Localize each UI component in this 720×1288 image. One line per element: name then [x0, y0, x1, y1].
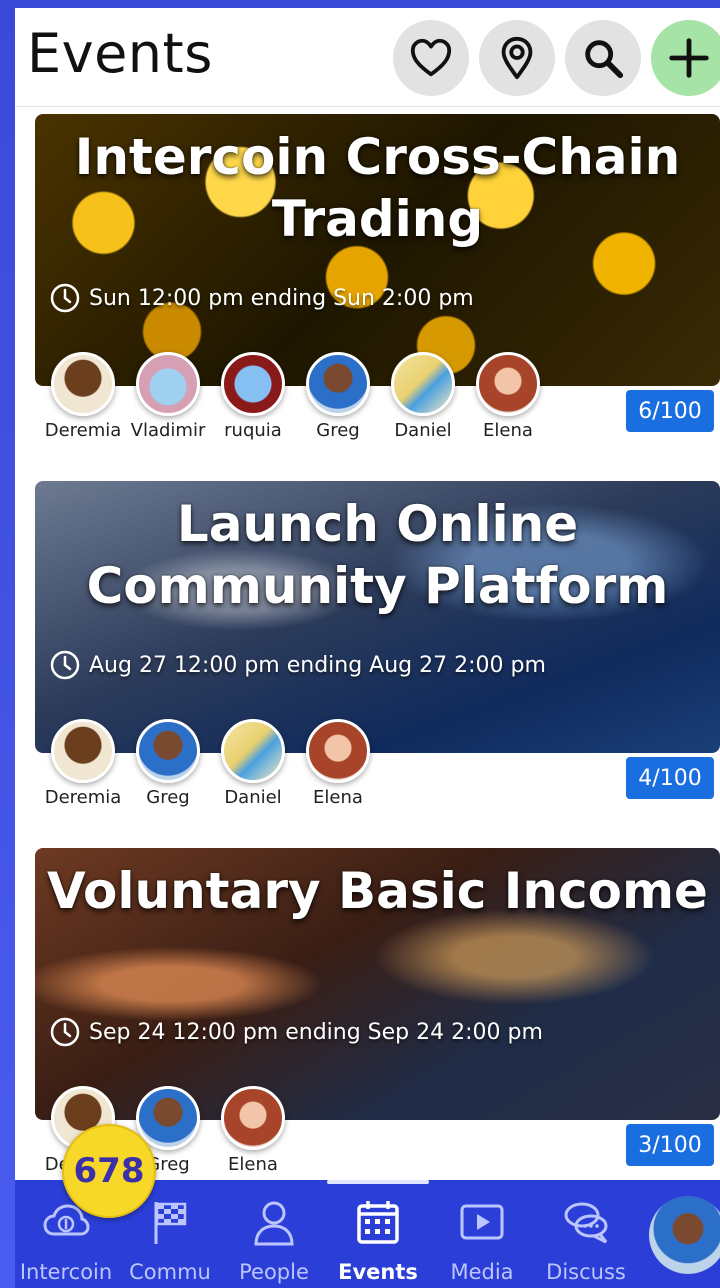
avatar — [221, 352, 285, 416]
attendee-name: Greg — [316, 420, 360, 441]
attendee-name: Vladimir — [130, 420, 206, 441]
event-list: Intercoin Cross-Chain Trading Sun 12:00 … — [15, 106, 720, 1178]
search-button[interactable] — [565, 20, 641, 96]
attendee-name: Elena — [483, 420, 533, 441]
nav-item-discuss[interactable]: Discuss — [535, 1198, 637, 1284]
avatar — [221, 719, 285, 783]
heart-icon — [410, 38, 452, 77]
attendee[interactable]: Daniel — [381, 352, 465, 441]
event-image: Voluntary Basic Income Sep 24 12:00 pm e… — [35, 848, 720, 1120]
nav-label: Discuss — [546, 1260, 626, 1284]
plus-icon — [669, 38, 709, 78]
event-card[interactable]: Launch Online Community Platform Aug 27 … — [35, 481, 720, 821]
avatar — [51, 352, 115, 416]
attendee[interactable]: Deremia — [41, 719, 125, 808]
avatar — [306, 352, 370, 416]
search-icon — [585, 40, 624, 79]
attendee-name: Elena — [313, 787, 363, 808]
person-icon — [254, 1201, 294, 1246]
attendee[interactable]: Deremia — [41, 352, 125, 441]
event-title: Voluntary Basic Income — [47, 862, 708, 920]
attendee[interactable]: Elena — [211, 1086, 295, 1175]
attendee-name: Elena — [228, 1154, 278, 1175]
event-image: Intercoin Cross-Chain Trading Sun 12:00 … — [35, 114, 720, 386]
nav-item-people[interactable]: People — [223, 1198, 325, 1284]
event-card[interactable]: Intercoin Cross-Chain Trading Sun 12:00 … — [35, 114, 720, 454]
attendee-name: Deremia — [44, 787, 122, 808]
avatar — [221, 1086, 285, 1150]
event-time: Sep 24 12:00 pm ending Sep 24 2:00 pm — [49, 1016, 543, 1048]
profile-avatar[interactable] — [649, 1196, 720, 1274]
favorites-button[interactable] — [393, 20, 469, 96]
location-button[interactable] — [479, 20, 555, 96]
avatar — [51, 719, 115, 783]
clock-icon — [50, 1017, 80, 1047]
checkered-flag-icon — [154, 1202, 187, 1244]
attendee[interactable]: ruquia — [211, 352, 295, 441]
nav-label: People — [239, 1260, 309, 1284]
event-image: Launch Online Community Platform Aug 27 … — [35, 481, 720, 753]
attendee[interactable]: Greg — [296, 352, 380, 441]
nav-item-media[interactable]: Media — [431, 1198, 533, 1284]
event-time-text: Aug 27 12:00 pm ending Aug 27 2:00 pm — [89, 652, 546, 678]
avatar — [136, 1086, 200, 1150]
event-title: Launch Online Community Platform — [86, 495, 669, 615]
attendee[interactable]: Elena — [466, 352, 550, 441]
attendee-name: Greg — [146, 787, 190, 808]
attendee-name: Daniel — [224, 787, 282, 808]
nav-label: Media — [450, 1260, 514, 1284]
play-icon — [460, 1204, 504, 1240]
event-time: Sun 12:00 pm ending Sun 2:00 pm — [49, 282, 474, 314]
attendee[interactable]: Vladimir — [126, 352, 210, 441]
clock-icon — [50, 283, 80, 313]
add-event-button[interactable] — [651, 20, 720, 96]
attendee-count: 6/100 — [626, 390, 714, 432]
nav-item-events[interactable]: Events — [327, 1198, 429, 1284]
event-card[interactable]: Voluntary Basic Income Sep 24 12:00 pm e… — [35, 848, 720, 1178]
event-time-text: Sep 24 12:00 pm ending Sep 24 2:00 pm — [89, 1019, 543, 1045]
chat-bubbles-icon — [564, 1202, 608, 1244]
attendee-name: Deremia — [44, 420, 122, 441]
nav-label: Intercoin — [19, 1260, 113, 1284]
attendee-count: 4/100 — [626, 757, 714, 799]
attendee-name: Daniel — [394, 420, 452, 441]
avatar — [136, 719, 200, 783]
nav-item-community[interactable]: Commu — [119, 1198, 221, 1284]
attendee[interactable]: Greg — [126, 719, 210, 808]
event-time: Aug 27 12:00 pm ending Aug 27 2:00 pm — [49, 649, 546, 681]
nav-label: Commu — [129, 1260, 211, 1284]
location-pin-icon — [501, 36, 533, 80]
attendee[interactable]: Elena — [296, 719, 380, 808]
clock-icon — [50, 650, 80, 680]
header-bar: Events — [15, 8, 720, 107]
page-title: Events — [27, 22, 213, 85]
nav-label: Events — [338, 1260, 418, 1284]
attendee-count: 3/100 — [626, 1124, 714, 1166]
avatar — [306, 719, 370, 783]
event-title: Intercoin Cross-Chain Trading — [74, 128, 681, 248]
active-tab-indicator — [327, 1180, 429, 1184]
points-badge[interactable]: 678 — [62, 1124, 156, 1218]
app-screen: Events Intercoin Cross-Chain Trading Sun… — [15, 8, 720, 1288]
avatar — [476, 352, 540, 416]
attendee-name: ruquia — [224, 420, 282, 441]
attendee[interactable]: Daniel — [211, 719, 295, 808]
avatar — [391, 352, 455, 416]
calendar-icon — [357, 1201, 399, 1244]
avatar — [136, 352, 200, 416]
event-time-text: Sun 12:00 pm ending Sun 2:00 pm — [89, 285, 474, 311]
